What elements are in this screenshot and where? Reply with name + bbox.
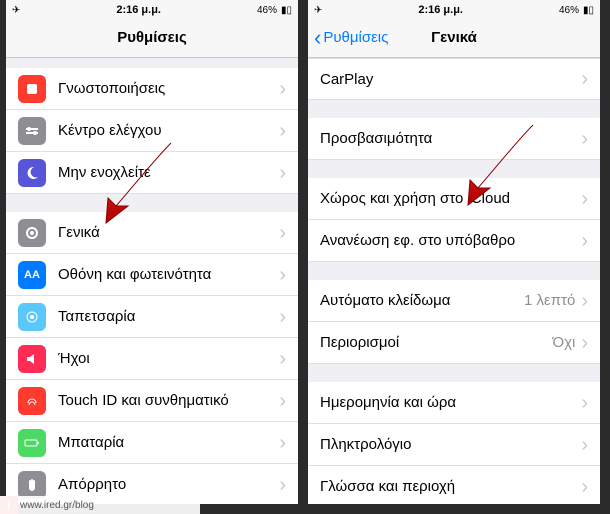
nav-bar: Ρυθμίσεις (6, 18, 298, 58)
control-center-icon (18, 117, 46, 145)
chevron-right-icon: › (581, 231, 588, 251)
settings-list: Γνωστοποιήσεις › Κέντρο ελέγχου › Μην εν… (6, 58, 298, 504)
cell-label: Πληκτρολόγιο (320, 436, 581, 453)
airplane-mode-icon: ✈ (12, 5, 20, 16)
chevron-right-icon: › (581, 333, 588, 353)
chevron-right-icon: › (581, 291, 588, 311)
status-time: 2:16 μ.μ. (418, 4, 463, 16)
chevron-right-icon: › (279, 307, 286, 327)
chevron-right-icon: › (581, 393, 588, 413)
chevron-right-icon: › (581, 69, 588, 89)
cell-restrictions[interactable]: Περιορισμοί Όχι › (308, 322, 600, 364)
nav-title: Γενικά (431, 29, 477, 46)
chevron-right-icon: › (279, 121, 286, 141)
chevron-right-icon: › (581, 189, 588, 209)
chevron-right-icon: › (279, 79, 286, 99)
chevron-right-icon: › (279, 475, 286, 495)
cell-sounds[interactable]: Ήχοι › (6, 338, 298, 380)
chevron-left-icon: ‹ (314, 27, 321, 49)
cell-dnd[interactable]: Μην ενοχλείτε › (6, 152, 298, 194)
cell-label: Γενικά (58, 224, 279, 241)
battery-icon: ▮▯ (281, 5, 292, 16)
footer-url: www.ired.gr/blog (0, 496, 200, 514)
cell-background-refresh[interactable]: Ανανέωση εφ. στο υπόβαθρο › (308, 220, 600, 262)
cell-label: Μην ενοχλείτε (58, 164, 279, 181)
chevron-right-icon: › (279, 163, 286, 183)
display-icon: AA (18, 261, 46, 289)
chevron-right-icon: › (279, 223, 286, 243)
chevron-right-icon: › (279, 265, 286, 285)
battery-percent: 46% (257, 5, 277, 16)
cell-keyboard[interactable]: Πληκτρολόγιο › (308, 424, 600, 466)
wallpaper-icon (18, 303, 46, 331)
cell-label: Περιορισμοί (320, 334, 553, 351)
status-bar: ✈ 2:16 μ.μ. 46% ▮▯ (308, 0, 600, 18)
nav-bar: ‹ Ρυθμίσεις Γενικά (308, 18, 600, 58)
hand-icon (18, 471, 46, 499)
cell-label: Μπαταρία (58, 434, 279, 451)
chevron-right-icon: › (279, 391, 286, 411)
cell-battery[interactable]: Μπαταρία › (6, 422, 298, 464)
chevron-right-icon: › (279, 349, 286, 369)
cell-label: Χώρος και χρήση στο iCloud (320, 190, 581, 207)
cell-display[interactable]: AA Οθόνη και φωτεινότητα › (6, 254, 298, 296)
cell-label: Οθόνη και φωτεινότητα (58, 266, 279, 283)
cell-label: Touch ID και συνθηματικό (58, 392, 279, 409)
cell-wallpaper[interactable]: Ταπετσαρία › (6, 296, 298, 338)
phone-settings-main: ✈ 2:16 μ.μ. 46% ▮▯ Ρυθμίσεις Γνωστοποιήσ… (6, 0, 298, 504)
cell-label: Προσβασιμότητα (320, 130, 581, 147)
chevron-right-icon: › (581, 129, 588, 149)
chevron-right-icon: › (581, 435, 588, 455)
nav-title: Ρυθμίσεις (117, 29, 187, 46)
back-button[interactable]: ‹ Ρυθμίσεις (314, 27, 388, 49)
back-label: Ρυθμίσεις (323, 29, 388, 46)
cell-touchid[interactable]: Touch ID και συνθηματικό › (6, 380, 298, 422)
gear-icon (18, 219, 46, 247)
cell-value: Όχι (553, 334, 576, 351)
cell-label: Απόρρητο (58, 476, 279, 493)
general-list: CarPlay › Προσβασιμότητα › Χώρος και χρή… (308, 58, 600, 504)
cell-accessibility[interactable]: Προσβασιμότητα › (308, 118, 600, 160)
cell-general[interactable]: Γενικά › (6, 212, 298, 254)
cell-label: Ταπετσαρία (58, 308, 279, 325)
chevron-right-icon: › (279, 433, 286, 453)
cell-label: Ήχοι (58, 350, 279, 367)
chevron-right-icon: › (581, 477, 588, 497)
cell-date-time[interactable]: Ημερομηνία και ώρα › (308, 382, 600, 424)
sound-icon (18, 345, 46, 373)
cell-carplay[interactable]: CarPlay › (308, 58, 600, 100)
status-time: 2:16 μ.μ. (116, 4, 161, 16)
cell-label: Ημερομηνία και ώρα (320, 394, 581, 411)
cell-storage-icloud[interactable]: Χώρος και χρήση στο iCloud › (308, 178, 600, 220)
cell-notifications[interactable]: Γνωστοποιήσεις › (6, 68, 298, 110)
cell-control-center[interactable]: Κέντρο ελέγχου › (6, 110, 298, 152)
cell-autolock[interactable]: Αυτόματο κλείδωμα 1 λεπτό › (308, 280, 600, 322)
cell-label: Κέντρο ελέγχου (58, 122, 279, 139)
cell-label: Γνωστοποιήσεις (58, 80, 279, 97)
battery-icon: ▮▯ (583, 5, 594, 16)
phone-settings-general: ✈ 2:16 μ.μ. 46% ▮▯ ‹ Ρυθμίσεις Γενικά Ca… (308, 0, 600, 504)
cell-language-region[interactable]: Γλώσσα και περιοχή › (308, 466, 600, 504)
cell-label: CarPlay (320, 71, 581, 88)
airplane-mode-icon: ✈ (314, 5, 322, 16)
battery-percent: 46% (559, 5, 579, 16)
cell-value: 1 λεπτό (524, 292, 575, 309)
notifications-icon (18, 75, 46, 103)
cell-label: Ανανέωση εφ. στο υπόβαθρο (320, 232, 581, 249)
cell-label: Γλώσσα και περιοχή (320, 478, 581, 495)
fingerprint-icon (18, 387, 46, 415)
status-bar: ✈ 2:16 μ.μ. 46% ▮▯ (6, 0, 298, 18)
battery-icon (18, 429, 46, 457)
moon-icon (18, 159, 46, 187)
cell-label: Αυτόματο κλείδωμα (320, 292, 524, 309)
